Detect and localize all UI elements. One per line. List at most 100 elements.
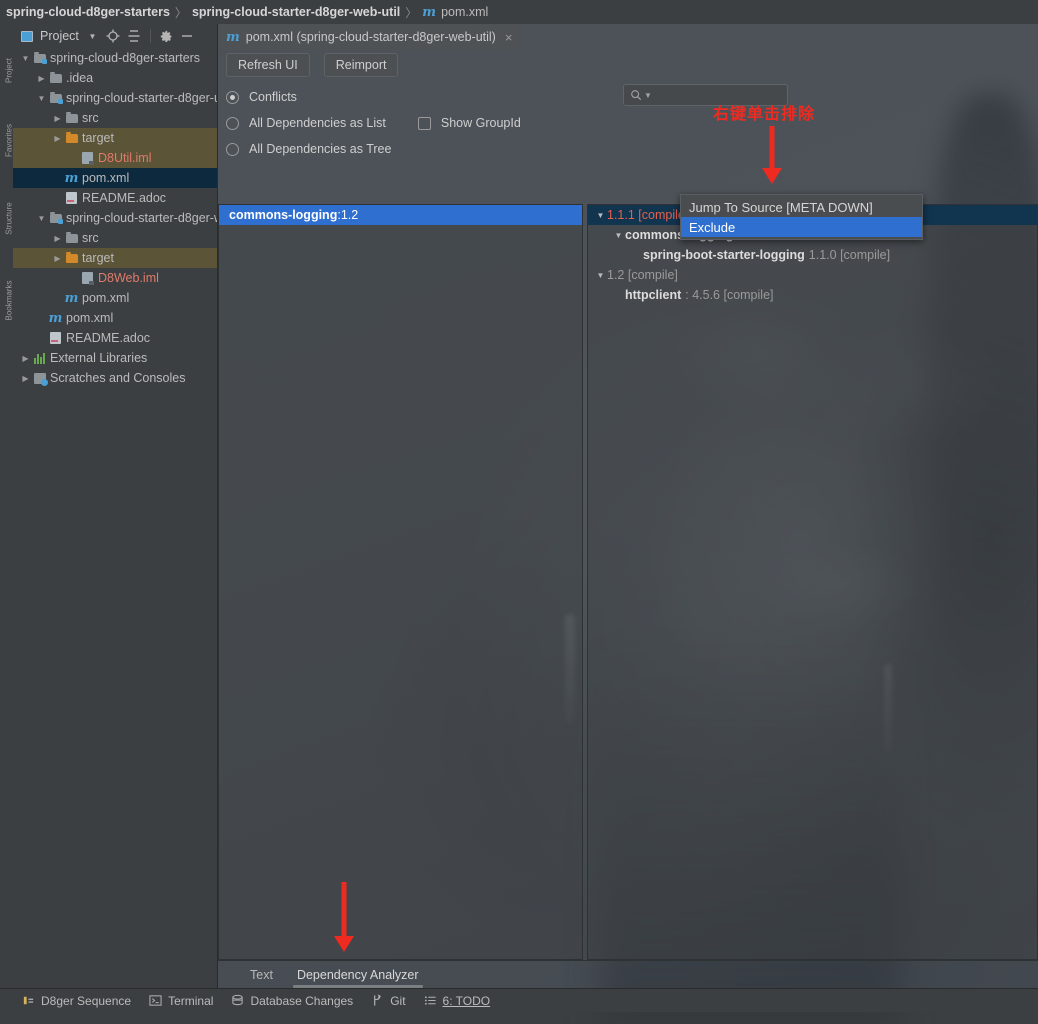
status-item-todo[interactable]: 6: TODO <box>424 994 490 1008</box>
dependency-tree-pane[interactable]: ▼1.1.1 [compile]▼commons-loggingspring-b… <box>587 204 1038 960</box>
chevron-down-icon[interactable]: ▼ <box>644 91 652 100</box>
project-tree-row[interactable]: ▶ target <box>13 248 217 268</box>
todo-icon <box>424 994 437 1007</box>
maven-icon: m <box>48 310 63 326</box>
project-tree-row[interactable]: ▶ src <box>13 228 217 248</box>
project-tree-row[interactable]: m pom.xml <box>13 168 217 188</box>
chevron-down-icon[interactable]: ▼ <box>85 29 100 44</box>
module-folder-icon <box>48 91 63 104</box>
annotation-text-right-click-exclude: 右键单击排除 <box>713 104 816 123</box>
breadcrumb-separator-icon: 〉 <box>174 5 187 20</box>
breadcrumb: spring-cloud-d8ger-starters 〉 spring-clo… <box>0 0 1038 24</box>
dependency-list-pane[interactable]: commons-logging : 1.2 <box>218 204 583 960</box>
project-tree-row[interactable]: ▶ src <box>13 108 217 128</box>
option-all-dependencies-as-list[interactable]: All Dependencies as List Show GroupId <box>226 110 1038 136</box>
tree-expand-arrow-icon[interactable]: ▼ <box>594 271 607 280</box>
maven-icon: m <box>226 29 240 45</box>
project-tree-row[interactable]: README.adoc <box>13 328 217 348</box>
project-tree-row[interactable]: ▼ spring-cloud-starter-d8ger-util <box>13 88 217 108</box>
scratch-icon <box>32 372 48 386</box>
radio-list-icon[interactable] <box>226 116 239 130</box>
tree-expand-arrow-icon[interactable]: ▶ <box>51 114 64 123</box>
breadcrumb-item-1[interactable]: spring-cloud-starter-d8ger-web-util <box>192 5 400 19</box>
annotation-arrow-down-top <box>762 126 782 184</box>
annotation-arrow-down-bottom <box>334 882 354 952</box>
project-tree-row[interactable]: ▶ target <box>13 128 217 148</box>
dependency-analyzer-options: Conflicts All Dependencies as List Show … <box>218 80 1038 168</box>
radio-tree-icon[interactable] <box>226 142 239 156</box>
tree-expand-arrow-icon[interactable]: ▶ <box>51 134 64 143</box>
tree-expand-arrow-icon[interactable]: ▶ <box>35 74 48 83</box>
tree-expand-arrow-icon[interactable]: ▶ <box>51 254 64 263</box>
close-icon[interactable]: × <box>505 30 513 45</box>
option-all-dependencies-as-tree[interactable]: All Dependencies as Tree <box>226 136 1038 162</box>
project-tree-row[interactable]: ▼ spring-cloud-d8ger-starters <box>13 48 217 68</box>
iml-icon <box>80 272 95 285</box>
tree-expand-arrow-icon[interactable]: ▶ <box>19 354 32 363</box>
editor-tab-label: pom.xml (spring-cloud-starter-d8ger-web-… <box>245 30 496 44</box>
sequence-icon <box>22 994 35 1007</box>
tree-expand-arrow-icon[interactable]: ▶ <box>51 234 64 243</box>
database-icon <box>231 994 244 1007</box>
show-groupid-checkbox[interactable] <box>417 116 431 130</box>
project-tree-row[interactable]: README.adoc <box>13 188 217 208</box>
status-item-git[interactable]: Git <box>371 994 406 1008</box>
project-tree-label: pom.xml <box>66 311 114 325</box>
project-tree-label: spring-cloud-d8ger-starters <box>50 51 201 65</box>
status-label-terminal: Terminal <box>168 993 214 1008</box>
project-tree-row[interactable]: m pom.xml <box>13 288 217 308</box>
project-tree[interactable]: ▼ spring-cloud-d8ger-starters ▶ .idea ▼ sprin… <box>13 48 217 988</box>
dependency-list-item[interactable]: commons-logging : 1.2 <box>219 205 582 225</box>
project-tree-row[interactable]: m pom.xml <box>13 308 217 328</box>
folder-orange-icon <box>64 131 79 143</box>
project-tree-row[interactable]: ▶ External Libraries <box>13 348 217 368</box>
dependency-tree-row[interactable]: ▼ 1.2 [compile] <box>588 265 1037 285</box>
tab-dependency-analyzer[interactable]: Dependency Analyzer <box>287 964 429 988</box>
dependency-split-panes: commons-logging : 1.2 ▼1.1.1 [compile]▼c… <box>218 204 1038 960</box>
tree-expand-arrow-icon[interactable]: ▼ <box>35 94 48 103</box>
tree-expand-arrow-icon[interactable]: ▼ <box>594 211 607 220</box>
project-tree-label: spring-cloud-starter-d8ger-util <box>66 91 217 105</box>
project-tree-row[interactable]: D8Util.iml <box>13 148 217 168</box>
project-panel: Project ▼ ▼ spring-cloud-d8ger-starters ▶.… <box>13 24 218 988</box>
dependency-tree-row[interactable]: httpclient : 4.5.6 [compile] <box>588 285 1037 305</box>
editor-tab-pom-xml[interactable]: m pom.xml (spring-cloud-starter-d8ger-we… <box>218 24 521 50</box>
project-tree-row[interactable]: D8Web.iml <box>13 268 217 288</box>
status-item-database-changes[interactable]: Database Changes <box>231 994 353 1008</box>
gear-icon[interactable] <box>159 29 174 44</box>
project-tree-row[interactable]: ▶ .idea <box>13 68 217 88</box>
dependency-artifact-name: commons-logging <box>229 208 338 222</box>
collapse-all-icon[interactable] <box>127 29 142 44</box>
reimport-button[interactable]: Reimport <box>323 53 399 77</box>
folder-icon <box>64 111 79 123</box>
breadcrumb-item-0[interactable]: spring-cloud-d8ger-starters <box>6 5 170 19</box>
refresh-ui-button[interactable]: Refresh UI <box>226 53 310 77</box>
breadcrumb-item-2[interactable]: pom.xml <box>441 5 488 19</box>
tree-expand-arrow-icon[interactable]: ▼ <box>35 214 48 223</box>
option-tree-label: All Dependencies as Tree <box>249 142 392 156</box>
status-item-d8ger-sequence[interactable]: D8ger Sequence <box>22 994 131 1008</box>
menu-item-exclude[interactable]: Exclude <box>681 217 922 237</box>
context-menu[interactable]: Jump To Source [META DOWN] Exclude <box>680 194 923 240</box>
project-tree-label: spring-cloud-starter-d8ger-web-util <box>66 211 217 225</box>
tab-text[interactable]: Text <box>240 964 283 986</box>
hide-panel-icon[interactable] <box>180 29 195 44</box>
tree-expand-arrow-icon[interactable]: ▼ <box>612 231 625 240</box>
radio-conflicts-icon[interactable] <box>226 90 239 104</box>
left-tool-strip: Project Favorites Structure Bookmarks <box>0 24 14 1012</box>
dependency-tree-label: 1.2 [compile] <box>607 268 678 282</box>
terminal-icon <box>149 994 162 1007</box>
dependency-tree-row[interactable]: spring-boot-starter-logging 1.1.0 [compil… <box>588 245 1037 265</box>
editor-area: m pom.xml (spring-cloud-starter-d8ger-we… <box>218 24 1038 988</box>
locate-icon[interactable] <box>106 29 121 44</box>
project-tree-label: target <box>82 251 114 265</box>
project-tree-row[interactable]: ▶ Scratches and Consoles <box>13 368 217 388</box>
status-bar: D8ger Sequence Terminal Database Changes… <box>0 988 1038 1012</box>
status-item-terminal[interactable]: Terminal <box>149 994 213 1008</box>
folder-icon <box>64 231 79 243</box>
project-tree-row[interactable]: ▼ spring-cloud-starter-d8ger-web-util <box>13 208 217 228</box>
dependency-tree-tail: 1.1.0 [compile] <box>808 248 891 262</box>
menu-item-jump-to-source[interactable]: Jump To Source [META DOWN] <box>681 197 922 217</box>
tree-expand-arrow-icon[interactable]: ▶ <box>19 374 32 383</box>
tree-expand-arrow-icon[interactable]: ▼ <box>19 54 32 63</box>
